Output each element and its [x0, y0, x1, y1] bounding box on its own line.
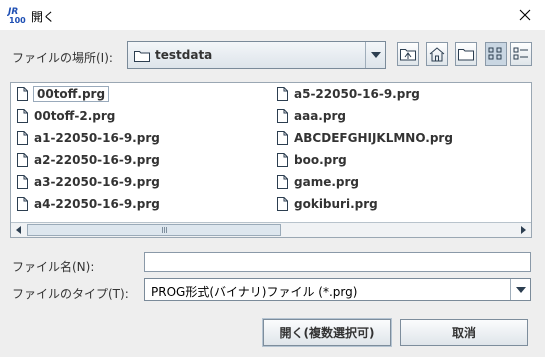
file-name: boo.prg [294, 153, 347, 167]
jr100-app-icon: JR 100 [7, 5, 27, 25]
file-icon [277, 153, 288, 167]
open-file-dialog: JR 100 開く ファイルの場所(I): testdata 00toff.pr… [0, 0, 545, 357]
folder-icon [134, 50, 150, 62]
home-icon [429, 46, 445, 61]
file-item[interactable]: game.prg [277, 173, 359, 191]
details-view-icon [513, 47, 528, 60]
chevron-down-icon[interactable] [510, 279, 530, 300]
chevron-left-icon [16, 225, 21, 234]
file-item[interactable]: a4-22050-16-9.prg [17, 195, 160, 213]
chevron-down-icon[interactable] [365, 42, 385, 68]
file-icon [17, 87, 28, 101]
svg-text:100: 100 [9, 16, 26, 25]
chevron-right-icon [521, 225, 526, 234]
file-name-label: ファイル名(N): [12, 260, 95, 274]
file-item[interactable]: a3-22050-16-9.prg [17, 173, 160, 191]
list-view-icon [488, 47, 502, 60]
file-name: game.prg [294, 175, 359, 189]
scroll-right-button[interactable] [517, 223, 530, 236]
file-icon [17, 153, 28, 167]
file-name: 00toff-2.prg [34, 109, 116, 123]
file-item[interactable]: 00toff-2.prg [17, 107, 115, 125]
look-in-text: testdata [155, 48, 213, 62]
file-name: aaa.prg [294, 109, 346, 123]
horizontal-scrollbar[interactable] [11, 222, 531, 237]
file-name: gokiburi.prg [294, 197, 378, 211]
file-list[interactable]: 00toff.prg 00toff-2.prg a1-22050-16-9.pr… [10, 82, 532, 238]
grip-icon [162, 227, 168, 233]
list-view-button[interactable] [485, 42, 507, 66]
file-icon [17, 131, 28, 145]
new-folder-icon [458, 49, 474, 61]
look-in-value: testdata [134, 48, 212, 62]
file-name: ABCDEFGHIJKLMNO.prg [294, 131, 453, 145]
file-item[interactable]: gokiburi.prg [277, 195, 378, 213]
home-button[interactable] [426, 42, 448, 66]
new-folder-button[interactable] [455, 42, 477, 66]
scroll-left-button[interactable] [12, 223, 25, 236]
close-icon [519, 9, 531, 21]
file-icon [17, 109, 28, 123]
file-icon [277, 109, 288, 123]
file-type-combo[interactable]: PROG形式(バイナリ)ファイル (*.prg) [144, 278, 531, 301]
file-name: a1-22050-16-9.prg [34, 131, 160, 145]
up-folder-icon [400, 49, 416, 61]
file-name: a4-22050-16-9.prg [34, 197, 160, 211]
file-item[interactable]: boo.prg [277, 151, 347, 169]
file-name: 00toff.prg [32, 86, 110, 102]
file-type-value: PROG形式(バイナリ)ファイル (*.prg) [151, 285, 358, 299]
open-button[interactable]: 開く(複数選択可) [262, 318, 392, 347]
file-icon [17, 175, 28, 189]
file-icon [17, 197, 28, 211]
file-icon [277, 131, 288, 145]
file-item[interactable]: aaa.prg [277, 107, 346, 125]
look-in-combo[interactable]: testdata [127, 41, 386, 69]
file-item[interactable]: 00toff.prg [17, 85, 110, 103]
window-title: 開く [31, 10, 56, 24]
file-item[interactable]: ABCDEFGHIJKLMNO.prg [277, 129, 453, 147]
file-item[interactable]: a5-22050-16-9.prg [277, 85, 420, 103]
file-type-label: ファイルのタイプ(T): [12, 287, 129, 301]
file-item[interactable]: a2-22050-16-9.prg [17, 151, 160, 169]
file-icon [277, 87, 288, 101]
file-name: a3-22050-16-9.prg [34, 175, 160, 189]
look-in-label: ファイルの場所(I): [12, 51, 113, 65]
title-bar: JR 100 開く [0, 0, 545, 30]
details-view-button[interactable] [510, 42, 532, 66]
file-icon [277, 175, 288, 189]
file-name: a5-22050-16-9.prg [294, 87, 420, 101]
cancel-button[interactable]: 取消 [400, 319, 528, 346]
file-icon [277, 197, 288, 211]
file-item[interactable]: a1-22050-16-9.prg [17, 129, 160, 147]
file-name: a2-22050-16-9.prg [34, 153, 160, 167]
file-name-input[interactable] [144, 252, 531, 272]
scroll-thumb[interactable] [27, 224, 281, 236]
up-one-level-button[interactable] [397, 42, 419, 66]
close-button[interactable] [505, 0, 545, 30]
